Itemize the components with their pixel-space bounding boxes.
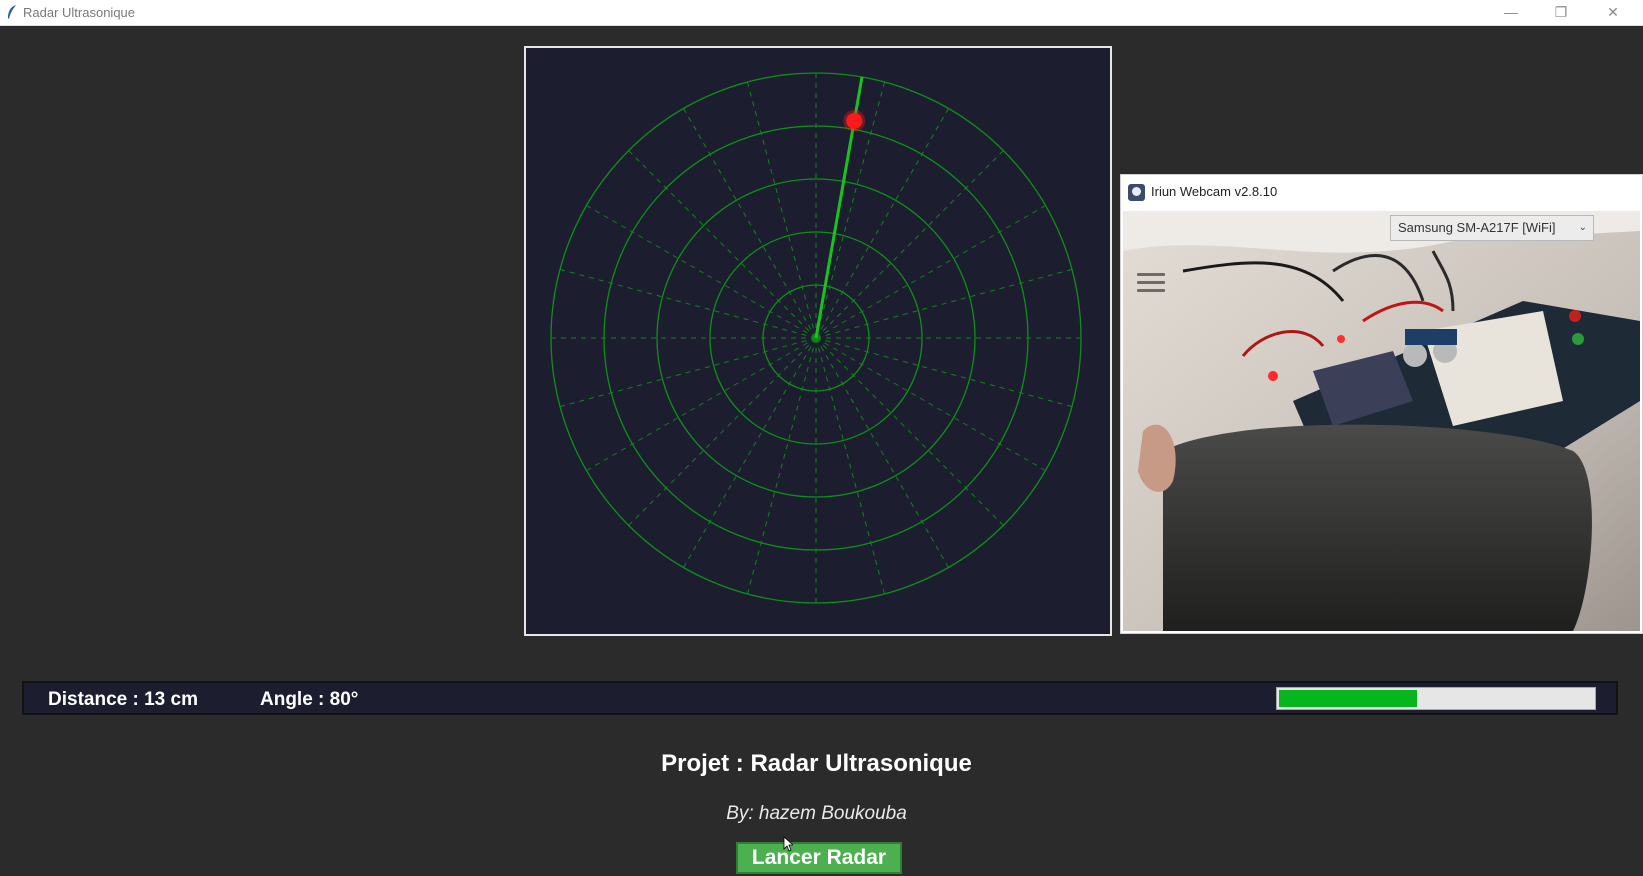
distance-readout: Distance : 13 cm bbox=[48, 689, 198, 710]
project-title: Projet : Radar Ultrasonique bbox=[661, 750, 972, 777]
radar-display bbox=[524, 46, 1112, 636]
progress-fill bbox=[1279, 690, 1417, 707]
webcam-window[interactable]: Iriun Webcam v2.8.10 Samsung SM-A217F [W… bbox=[1120, 174, 1643, 634]
radar-target-dot bbox=[846, 112, 863, 129]
webcam-titlebar: Iriun Webcam v2.8.10 bbox=[1121, 175, 1642, 211]
distance-progress-bar bbox=[1276, 687, 1596, 710]
camera-image bbox=[1123, 211, 1640, 631]
minimize-button[interactable]: — bbox=[1488, 0, 1534, 25]
author-credit: By: hazem Boukouba bbox=[726, 803, 907, 824]
close-button[interactable]: ✕ bbox=[1590, 0, 1636, 25]
status-bar: Distance : 13 cm Angle : 80° bbox=[22, 681, 1618, 715]
mouse-cursor-icon bbox=[783, 836, 793, 852]
webcam-title: Iriun Webcam v2.8.10 bbox=[1151, 184, 1278, 199]
webcam-app-icon bbox=[1128, 184, 1145, 201]
maximize-button[interactable]: ❐ bbox=[1538, 0, 1584, 25]
device-select[interactable]: Samsung SM-A217F [WiFi] ⌄ bbox=[1390, 215, 1594, 241]
device-select-value: Samsung SM-A217F [WiFi] bbox=[1398, 220, 1556, 235]
window-title: Radar Ultrasonique bbox=[23, 5, 136, 20]
launch-radar-button[interactable]: Lancer Radar bbox=[736, 842, 902, 874]
radar-canvas bbox=[526, 48, 1110, 634]
window-titlebar: Radar Ultrasonique — ❐ ✕ bbox=[0, 0, 1643, 26]
hamburger-menu-icon[interactable] bbox=[1137, 273, 1167, 295]
feather-icon bbox=[8, 5, 16, 19]
chevron-down-icon: ⌄ bbox=[1578, 222, 1587, 233]
angle-readout: Angle : 80° bbox=[260, 689, 359, 710]
webcam-video-feed: Samsung SM-A217F [WiFi] ⌄ bbox=[1123, 211, 1640, 631]
